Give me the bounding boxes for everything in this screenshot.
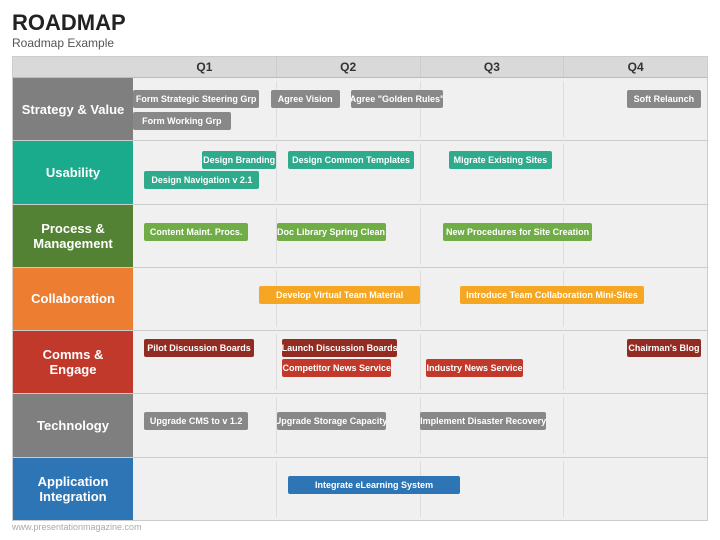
row-label-appintegration: Application Integration (13, 458, 133, 520)
q-col-0 (133, 397, 276, 453)
q-col-3 (563, 208, 707, 264)
q-col-1 (276, 144, 420, 200)
q-col-1 (276, 81, 420, 137)
q-col-1 (276, 397, 420, 453)
q-col-1 (276, 334, 420, 390)
q-col-1 (276, 208, 420, 264)
q-col-2 (420, 334, 564, 390)
watermark: www.presentationmagazine.com (12, 522, 708, 532)
row-label-comms: Comms & Engage (13, 331, 133, 393)
row-label-strategy: Strategy & Value (13, 78, 133, 140)
rows-container: Strategy & ValueForm Strategic Steering … (13, 78, 707, 520)
q-col-2 (420, 144, 564, 200)
row-label-technology: Technology (13, 394, 133, 456)
q-col-3 (563, 461, 707, 517)
quarter-labels: Q1Q2Q3Q4 (133, 57, 707, 77)
roadmap-row-comms: Comms & EngagePilot Discussion BoardsLau… (13, 331, 707, 394)
row-content-strategy: Form Strategic Steering GrpForm Working … (133, 78, 707, 140)
roadmap-row-usability: UsabilityDesign BrandingDesign Common Te… (13, 141, 707, 204)
q-col-0 (133, 334, 276, 390)
page-subtitle: Roadmap Example (12, 36, 708, 50)
roadmap-row-strategy: Strategy & ValueForm Strategic Steering … (13, 78, 707, 141)
roadmap-row-collaboration: CollaborationDevelop Virtual Team Materi… (13, 268, 707, 331)
roadmap-row-appintegration: Application IntegrationIntegrate eLearni… (13, 458, 707, 520)
row-content-usability: Design BrandingDesign Common TemplatesMi… (133, 141, 707, 203)
row-content-comms: Pilot Discussion BoardsLaunch Discussion… (133, 331, 707, 393)
q-col-0 (133, 144, 276, 200)
q-col-0 (133, 271, 276, 327)
row-label-collaboration: Collaboration (13, 268, 133, 330)
quarters-header-row: Q1Q2Q3Q4 (13, 57, 707, 78)
q-col-3 (563, 397, 707, 453)
q-col-1 (276, 271, 420, 327)
row-label-process: Process & Management (13, 205, 133, 267)
quarter-label-q2: Q2 (276, 57, 420, 77)
q-col-0 (133, 81, 276, 137)
roadmap-row-process: Process & ManagementContent Maint. Procs… (13, 205, 707, 268)
q-col-2 (420, 81, 564, 137)
q-col-2 (420, 397, 564, 453)
header-spacer (13, 57, 133, 77)
quarter-label-q3: Q3 (420, 57, 564, 77)
q-col-0 (133, 461, 276, 517)
q-col-2 (420, 461, 564, 517)
q-col-2 (420, 208, 564, 264)
q-col-3 (563, 334, 707, 390)
roadmap-page: ROADMAP Roadmap Example Q1Q2Q3Q4 Strateg… (0, 0, 720, 540)
roadmap-row-technology: TechnologyUpgrade CMS to v 1.2Upgrade St… (13, 394, 707, 457)
roadmap-table: Q1Q2Q3Q4 Strategy & ValueForm Strategic … (12, 56, 708, 521)
row-content-process: Content Maint. Procs.Doc Library Spring … (133, 205, 707, 267)
q-col-2 (420, 271, 564, 327)
q-col-3 (563, 81, 707, 137)
q-col-3 (563, 144, 707, 200)
row-label-usability: Usability (13, 141, 133, 203)
q-col-3 (563, 271, 707, 327)
quarter-label-q4: Q4 (563, 57, 707, 77)
row-content-technology: Upgrade CMS to v 1.2Upgrade Storage Capa… (133, 394, 707, 456)
page-title: ROADMAP (12, 10, 708, 36)
q-col-1 (276, 461, 420, 517)
row-content-appintegration: Integrate eLearning System (133, 458, 707, 520)
quarter-label-q1: Q1 (133, 57, 276, 77)
q-col-0 (133, 208, 276, 264)
row-content-collaboration: Develop Virtual Team MaterialIntroduce T… (133, 268, 707, 330)
